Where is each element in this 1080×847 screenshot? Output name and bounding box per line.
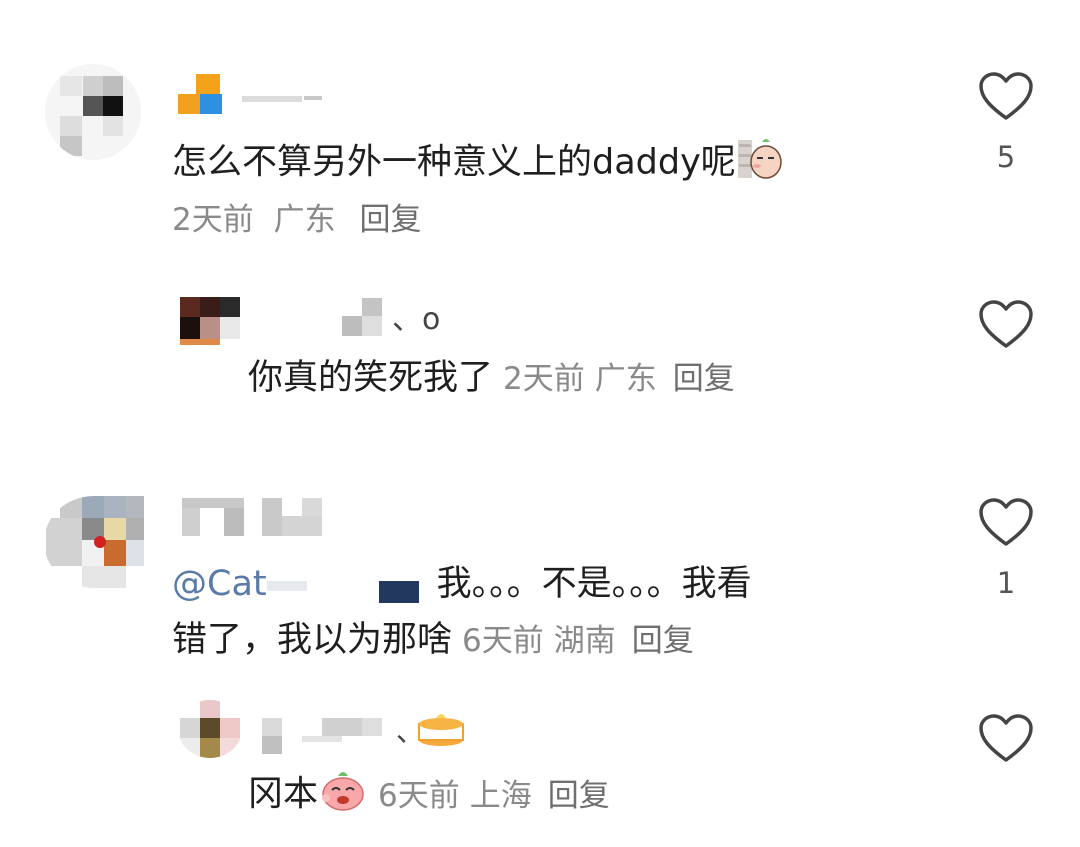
comment-text: 怎么不算另外一种意义上的daddy呢: [172, 136, 784, 191]
avatar[interactable]: [178, 700, 242, 758]
like-button[interactable]: [976, 714, 1036, 764]
like-button[interactable]: [976, 498, 1036, 548]
avatar[interactable]: [44, 496, 144, 588]
like-button[interactable]: [976, 72, 1036, 122]
username-redacted[interactable]: 、o: [340, 298, 450, 338]
peach-laugh-sticker-icon: [318, 768, 368, 823]
reply-button[interactable]: 回复: [673, 361, 735, 397]
reply-button[interactable]: 回复: [548, 778, 610, 814]
reply-location: 上海: [469, 777, 532, 814]
heart-icon: [979, 300, 1033, 348]
heart-icon: [979, 714, 1033, 762]
comment-text-continued: 错了，我以为那啥 6天前 湖南 回复: [172, 620, 694, 660]
heart-icon: [979, 72, 1033, 120]
comment-time: 2天前: [172, 202, 254, 238]
avatar[interactable]: [45, 64, 141, 160]
username-redacted[interactable]: [178, 74, 328, 114]
reply-text: 你真的笑死我了 2天前 广东 回复: [248, 358, 735, 398]
like-count: 5: [996, 140, 1016, 174]
comment-time: 6天前: [462, 623, 544, 659]
username-redacted[interactable]: [180, 498, 330, 538]
username-fragment: 、o: [392, 302, 441, 337]
reply-text: 冈本 6天前 上海 回复: [248, 768, 610, 823]
reply-time: 6天前: [378, 777, 460, 814]
comment-location: 广东: [273, 202, 336, 238]
redacted-block: [266, 567, 423, 603]
reply-time: 2天前: [503, 361, 585, 397]
reply-location: 广东: [594, 361, 657, 397]
username-redacted[interactable]: 、: [258, 710, 468, 754]
reply-button[interactable]: 回复: [359, 202, 421, 238]
avatar[interactable]: [178, 295, 242, 351]
reply-button[interactable]: 回复: [632, 623, 694, 659]
cake-icon: [416, 710, 466, 752]
comment-location: 湖南: [553, 623, 616, 659]
like-count: 1: [996, 566, 1016, 600]
like-button[interactable]: [976, 300, 1036, 350]
heart-icon: [979, 498, 1033, 546]
comment-text: @Cat 我。。。不是。。。我看: [172, 564, 752, 604]
shy-sticker-icon: [736, 136, 784, 191]
comment-meta: 2天前 广东 回复: [172, 200, 421, 240]
mention-link[interactable]: @Cat: [172, 564, 267, 604]
